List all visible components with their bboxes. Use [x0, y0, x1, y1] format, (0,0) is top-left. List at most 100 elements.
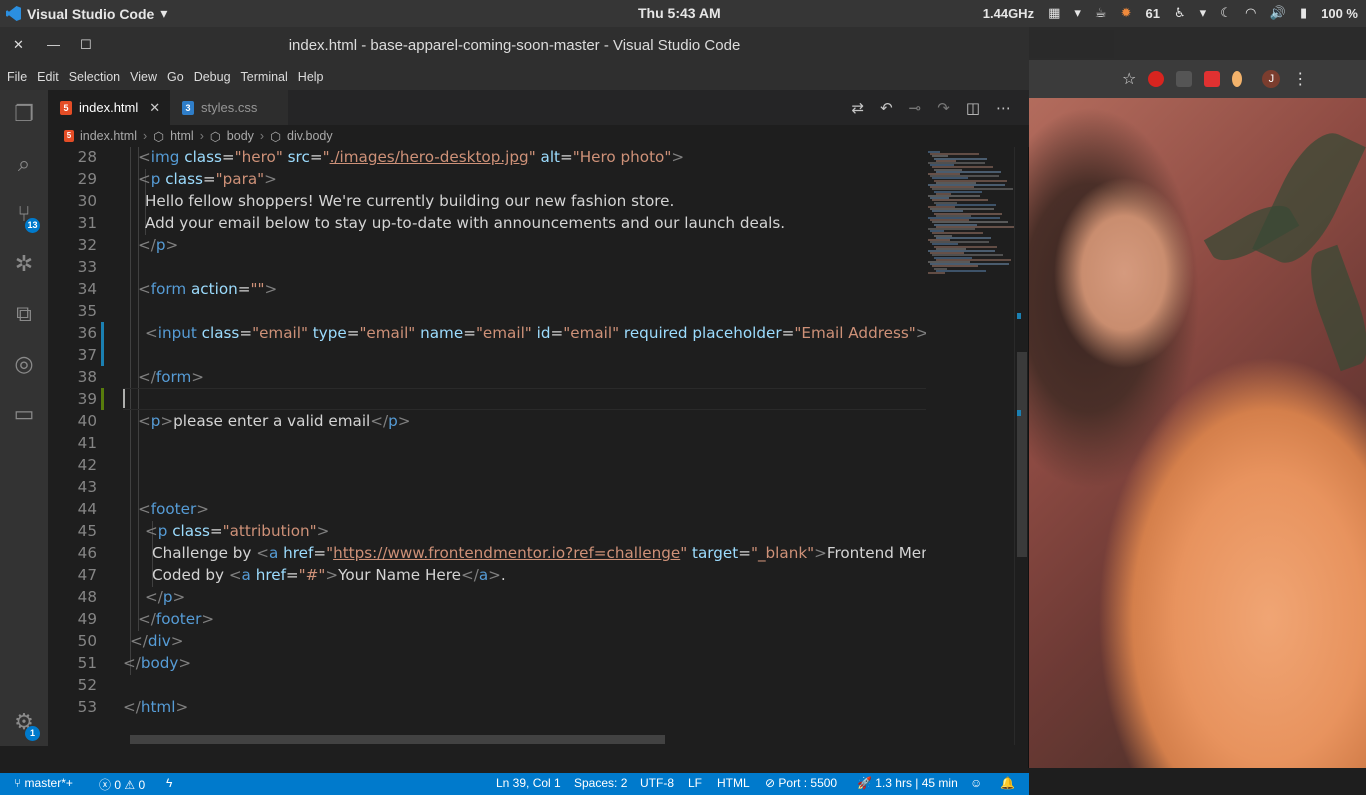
lightning-icon[interactable]: ϟ: [166, 776, 172, 790]
feedback-icon[interactable]: ☺: [970, 776, 982, 790]
code-line[interactable]: 43: [48, 476, 926, 498]
split-editor-icon[interactable]: ◫: [966, 99, 980, 117]
avatar[interactable]: J: [1262, 70, 1281, 88]
menu-edit[interactable]: Edit: [37, 70, 59, 84]
go-back-icon[interactable]: ↶: [880, 99, 893, 117]
code-editor[interactable]: 28 <img class="hero" src="./images/hero-d…: [48, 147, 926, 745]
notification-count[interactable]: 61: [1145, 6, 1159, 21]
code-line[interactable]: 30 Hello fellow shoppers! We're currently…: [48, 190, 926, 212]
encoding[interactable]: UTF-8: [640, 776, 674, 790]
app-menu[interactable]: Visual Studio Code ▾: [6, 5, 167, 22]
menu-terminal[interactable]: Terminal: [241, 70, 288, 84]
line-content: Challenge by <a href="https://www.fronte…: [152, 544, 926, 562]
code-line[interactable]: 41: [48, 432, 926, 454]
code-line[interactable]: 29 <p class="para">: [48, 168, 926, 190]
code-line[interactable]: 31 Add your email below to stay up-to-dat…: [48, 212, 926, 234]
diff-marker: [101, 322, 104, 366]
ext-red-icon[interactable]: [1148, 71, 1165, 87]
bug-icon[interactable]: ✹: [1121, 5, 1132, 21]
compare-changes-icon[interactable]: ⇄: [852, 99, 865, 117]
code-line[interactable]: 40 <p>please enter a valid email</p>: [48, 410, 926, 432]
code-line[interactable]: 52: [48, 674, 926, 696]
coffee-icon[interactable]: ☕: [1095, 5, 1107, 21]
code-line[interactable]: 37: [48, 344, 926, 366]
code-line[interactable]: 35: [48, 300, 926, 322]
menu-debug[interactable]: Debug: [194, 70, 231, 84]
breadcrumb-item[interactable]: html: [170, 129, 194, 143]
line-number: 49: [77, 610, 97, 628]
code-line[interactable]: 32 </p>: [48, 234, 926, 256]
browser-toolbar: ☆ J ⋮: [1029, 60, 1366, 98]
menu-file[interactable]: File: [7, 70, 27, 84]
code-line[interactable]: 39: [48, 388, 926, 410]
ext-color-icon[interactable]: [1204, 71, 1221, 87]
night-mode-icon[interactable]: ☾: [1220, 5, 1232, 21]
ext-toggle-icon[interactable]: [1232, 71, 1243, 87]
search-icon[interactable]: ⌕: [10, 150, 38, 178]
branch-status[interactable]: ⑂ master*+: [14, 776, 73, 790]
volume-icon[interactable]: 🔊: [1270, 5, 1286, 21]
more-icon[interactable]: ⋮: [1292, 69, 1308, 89]
code-line[interactable]: 42: [48, 454, 926, 476]
code-line[interactable]: 48 </p>: [48, 586, 926, 608]
more-actions-icon[interactable]: ⋯: [996, 99, 1011, 117]
code-line[interactable]: 34 <form action="">: [48, 278, 926, 300]
vscode-window: ✕ — ☐ index.html - base-apparel-coming-s…: [0, 27, 1029, 795]
explorer-icon[interactable]: ❐: [10, 100, 38, 128]
debug-icon[interactable]: ✲: [10, 250, 38, 278]
line-content: </footer>: [138, 610, 215, 628]
indentation[interactable]: Spaces: 2: [574, 776, 627, 790]
star-icon[interactable]: ☆: [1122, 69, 1136, 89]
code-line[interactable]: 51 </body>: [48, 652, 926, 674]
accessibility-icon[interactable]: ♿: [1174, 5, 1186, 21]
breadcrumb-item[interactable]: div.body: [287, 129, 333, 143]
menu-help[interactable]: Help: [298, 70, 324, 84]
address-bar[interactable]: [1029, 30, 1114, 58]
tab-index-html[interactable]: 5 index.html ✕: [48, 90, 170, 125]
menu-selection[interactable]: Selection: [69, 70, 120, 84]
menu-go[interactable]: Go: [167, 70, 184, 84]
bell-icon[interactable]: 🔔: [1000, 776, 1015, 790]
system-tray: 1.44GHz ▦ ▾ ☕ ✹ 61 ♿ ▾ ☾ ◠ 🔊 ▮ 100 %: [983, 5, 1358, 21]
line-number: 29: [77, 170, 97, 188]
code-line[interactable]: 53 </html>: [48, 696, 926, 718]
vertical-scrollbar[interactable]: [1014, 147, 1028, 745]
close-icon[interactable]: ✕: [149, 100, 160, 116]
horizontal-scrollbar[interactable]: [130, 735, 665, 744]
battery-icon[interactable]: ▮: [1300, 5, 1307, 21]
wifi-icon[interactable]: ◠: [1246, 5, 1256, 21]
code-line[interactable]: 33: [48, 256, 926, 278]
code-line[interactable]: 46 Challenge by <a href="https://www.fron…: [48, 542, 926, 564]
extensions-icon[interactable]: ⧉: [10, 300, 38, 328]
language-mode[interactable]: HTML: [717, 776, 750, 790]
battery-level[interactable]: 100 %: [1321, 6, 1358, 21]
breadcrumb-item[interactable]: index.html: [80, 129, 137, 143]
code-line[interactable]: 38 </form>: [48, 366, 926, 388]
git-lens-icon[interactable]: ◎: [10, 350, 38, 378]
go-forward-icon[interactable]: ↷: [937, 99, 950, 117]
commit-icon[interactable]: ⊸: [909, 99, 922, 117]
cursor-position[interactable]: Ln 39, Col 1: [496, 776, 561, 790]
breadcrumb-item[interactable]: body: [227, 129, 254, 143]
code-line[interactable]: 49 </footer>: [48, 608, 926, 630]
minimap[interactable]: [926, 147, 1016, 745]
code-line[interactable]: 50 </div>: [48, 630, 926, 652]
code-line[interactable]: 28 <img class="hero" src="./images/hero-d…: [48, 147, 926, 168]
clock[interactable]: Thu 5:43 AM: [638, 5, 721, 21]
menu-view[interactable]: View: [130, 70, 157, 84]
time-tracker[interactable]: 🚀 1.3 hrs | 45 min: [857, 776, 958, 790]
cpu-freq[interactable]: 1.44GHz: [983, 6, 1034, 21]
end-of-line[interactable]: LF: [688, 776, 702, 790]
code-line[interactable]: 45 <p class="attribution">: [48, 520, 926, 542]
problems-status[interactable]: ⓧ 0 ⚠ 0: [99, 776, 145, 793]
code-line[interactable]: 44 <footer>: [48, 498, 926, 520]
tab-styles-css[interactable]: 3 styles.css: [170, 90, 288, 125]
scroll-marker: [1017, 410, 1021, 416]
scroll-thumb[interactable]: [1017, 352, 1027, 557]
ext-paw-icon[interactable]: [1176, 71, 1193, 87]
line-number: 31: [77, 214, 97, 232]
live-server-status[interactable]: ⊘ Port : 5500: [765, 776, 837, 790]
code-line[interactable]: 36 <input class="email" type="email" name…: [48, 322, 926, 344]
code-line[interactable]: 47 Coded by <a href="#">Your Name Here</a…: [48, 564, 926, 586]
folder-icon[interactable]: ▭: [10, 400, 38, 428]
